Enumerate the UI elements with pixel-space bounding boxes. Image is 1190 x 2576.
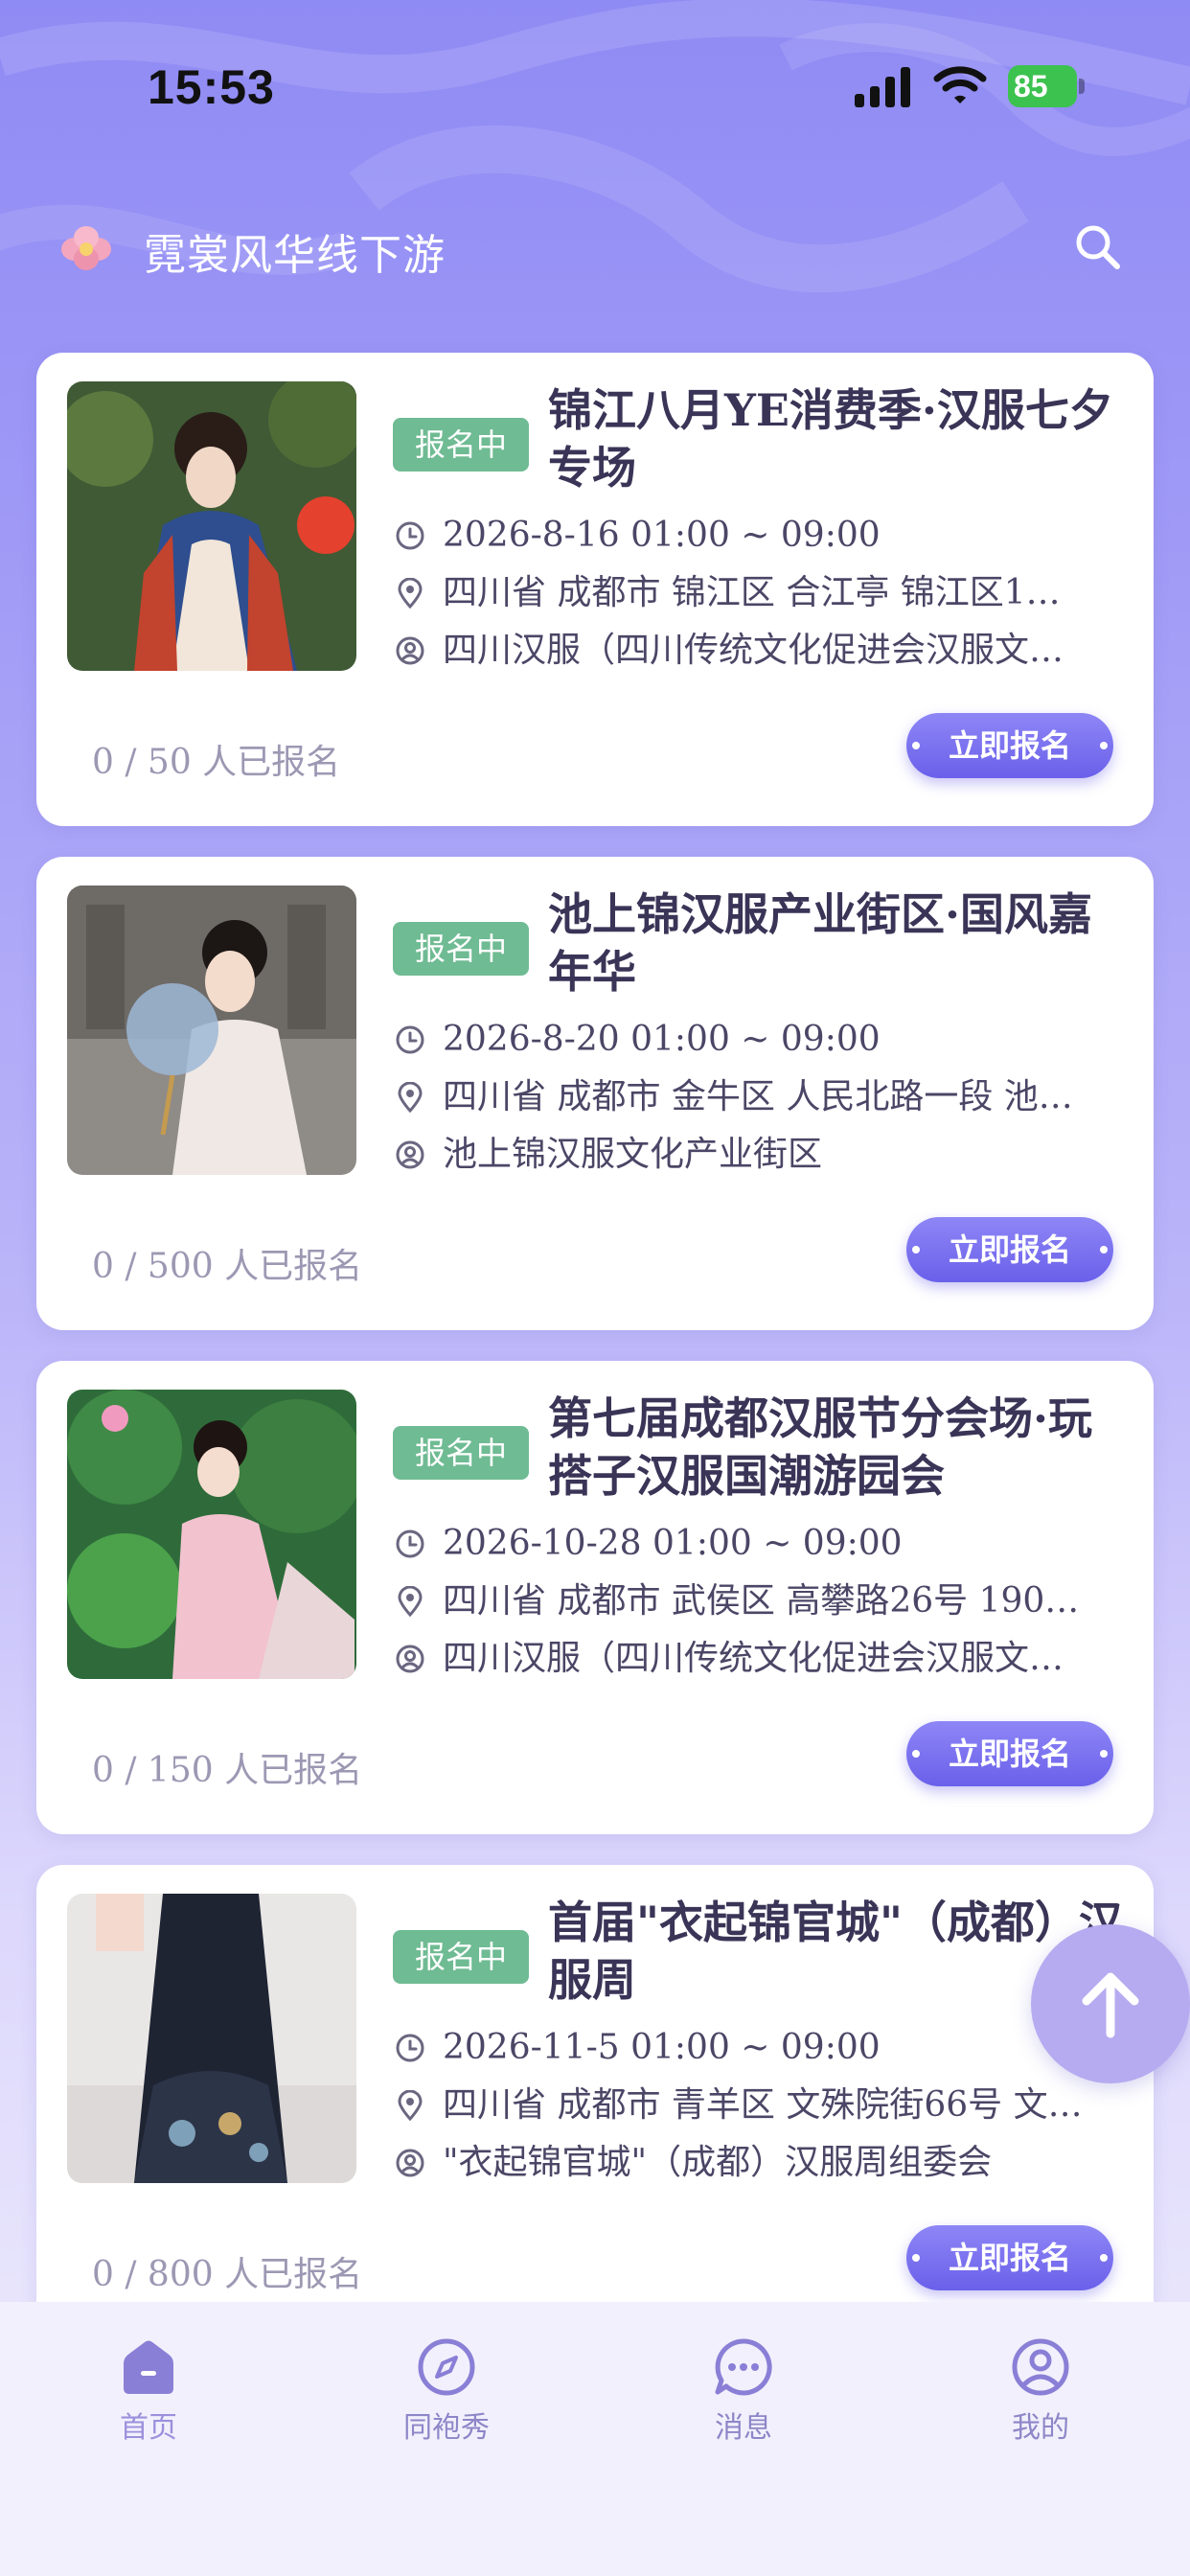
event-image xyxy=(67,381,356,671)
tab-profile[interactable]: 我的 xyxy=(964,2336,1117,2445)
event-time: 2026-10-28 01:00 ~ 09:00 xyxy=(443,1524,903,1563)
event-image xyxy=(67,1894,356,2183)
battery-tip xyxy=(1079,79,1085,94)
user-circle-icon xyxy=(396,1644,424,1673)
signup-count: 0 / 50 人已报名 xyxy=(92,743,341,782)
tab-label: 首页 xyxy=(120,2411,177,2445)
event-organizer-row: 池上锦汉服文化产业街区 xyxy=(395,1131,1142,1179)
profile-icon xyxy=(1012,2338,1069,2396)
event-organizer-row: 四川汉服（四川传统文化促进会汉服文… xyxy=(395,1635,1142,1683)
user-circle-icon xyxy=(396,2149,424,2177)
home-icon xyxy=(124,2340,173,2394)
event-time-row: 2026-11-5 01:00 ~ 09:00 xyxy=(395,2024,1142,2072)
event-organizer: 四川汉服（四川传统文化促进会汉服文… xyxy=(443,1639,1064,1678)
event-time-row: 2026-10-28 01:00 ~ 09:00 xyxy=(395,1520,1142,1568)
status-badge: 报名中 xyxy=(393,1426,529,1480)
event-time: 2026-11-5 01:00 ~ 09:00 xyxy=(443,2028,881,2067)
signup-button[interactable]: 立即报名 xyxy=(906,1721,1113,1786)
event-title[interactable]: 锦江八月YE消费季·汉服七夕专场 xyxy=(548,381,1123,496)
event-location: 四川省 成都市 金牛区 人民北路一段 池… xyxy=(443,1077,1073,1116)
signup-count: 0 / 800 人已报名 xyxy=(92,2255,363,2294)
event-location-row: 四川省 成都市 青羊区 文殊院街66号 文… xyxy=(395,2082,1142,2129)
arrow-up-icon xyxy=(1082,1972,1139,2038)
event-organizer: "衣起锦官城"（成都）汉服周组委会 xyxy=(443,2143,993,2182)
event-card[interactable]: 报名中 池上锦汉服产业街区·国风嘉年华 2026-8-20 01:00 ~ 09… xyxy=(36,857,1154,1330)
chat-icon xyxy=(715,2338,772,2396)
location-pin-icon xyxy=(398,1082,423,1113)
status-badge: 报名中 xyxy=(393,922,529,976)
wifi-icon xyxy=(933,66,987,104)
tab-label: 同袍秀 xyxy=(403,2411,490,2445)
event-location-row: 四川省 成都市 金牛区 人民北路一段 池… xyxy=(395,1073,1142,1121)
search-icon[interactable] xyxy=(1071,220,1125,274)
event-image xyxy=(67,886,356,1175)
event-organizer-row: "衣起锦官城"（成都）汉服周组委会 xyxy=(395,2139,1142,2187)
signup-count: 0 / 500 人已报名 xyxy=(92,1247,363,1286)
location-pin-icon xyxy=(398,578,423,609)
flower-icon xyxy=(61,226,111,270)
event-organizer-row: 四川汉服（四川传统文化促进会汉服文… xyxy=(395,627,1142,675)
clock-icon xyxy=(396,521,424,550)
event-image xyxy=(67,1390,356,1679)
event-location-row: 四川省 成都市 武侯区 高攀路26号 190… xyxy=(395,1577,1142,1625)
event-time-row: 2026-8-16 01:00 ~ 09:00 xyxy=(395,512,1142,560)
event-location: 四川省 成都市 锦江区 合江亭 锦江区1… xyxy=(443,573,1061,612)
scroll-top-button[interactable] xyxy=(1031,1924,1190,2083)
tab-home[interactable]: 首页 xyxy=(72,2336,225,2445)
battery-indicator: 85 xyxy=(1008,65,1085,107)
status-bar: 15:53 85 xyxy=(0,0,1190,172)
event-card[interactable]: 报名中 第七届成都汉服节分会场·玩搭子汉服国潮游园会 2026-10-28 01… xyxy=(36,1361,1154,1834)
user-circle-icon xyxy=(396,1140,424,1169)
event-time-row: 2026-8-20 01:00 ~ 09:00 xyxy=(395,1016,1142,1064)
event-time: 2026-8-16 01:00 ~ 09:00 xyxy=(443,516,881,555)
event-card[interactable]: 报名中 锦江八月YE消费季·汉服七夕专场 2026-8-16 01:00 ~ 0… xyxy=(36,353,1154,826)
status-badge: 报名中 xyxy=(393,418,529,472)
status-badge: 报名中 xyxy=(393,1930,529,1984)
page-title: 霓裳风华线下游 xyxy=(144,231,446,280)
status-time: 15:53 xyxy=(148,60,275,114)
signal-icon xyxy=(855,67,910,107)
tab-showcase[interactable]: 同袍秀 xyxy=(370,2336,523,2445)
battery-level: 85 xyxy=(1008,65,1077,107)
event-title[interactable]: 第七届成都汉服节分会场·玩搭子汉服国潮游园会 xyxy=(548,1390,1123,1505)
location-pin-icon xyxy=(398,2090,423,2121)
event-time: 2026-8-20 01:00 ~ 09:00 xyxy=(443,1020,881,1059)
app-header: 霓裳风华线下游 xyxy=(0,201,1190,297)
signup-button[interactable]: 立即报名 xyxy=(906,713,1113,778)
tab-label: 我的 xyxy=(1012,2411,1069,2445)
event-location: 四川省 成都市 青羊区 文殊院街66号 文… xyxy=(443,2085,1083,2125)
clock-icon xyxy=(396,1025,424,1054)
event-organizer: 四川汉服（四川传统文化促进会汉服文… xyxy=(443,631,1064,670)
signup-button[interactable]: 立即报名 xyxy=(906,2225,1113,2290)
signup-button[interactable]: 立即报名 xyxy=(906,1217,1113,1282)
event-location: 四川省 成都市 武侯区 高攀路26号 190… xyxy=(443,1581,1080,1621)
clock-icon xyxy=(396,2034,424,2062)
compass-icon xyxy=(418,2338,475,2396)
clock-icon xyxy=(396,1530,424,1558)
signup-count: 0 / 150 人已报名 xyxy=(92,1751,363,1790)
tab-label: 消息 xyxy=(715,2411,772,2445)
event-organizer: 池上锦汉服文化产业街区 xyxy=(443,1135,823,1174)
user-circle-icon xyxy=(396,636,424,665)
location-pin-icon xyxy=(398,1586,423,1617)
event-location-row: 四川省 成都市 锦江区 合江亭 锦江区1… xyxy=(395,569,1142,617)
event-title[interactable]: 池上锦汉服产业街区·国风嘉年华 xyxy=(548,886,1123,1000)
tab-messages[interactable]: 消息 xyxy=(667,2336,820,2445)
event-card[interactable]: 报名中 首届"衣起锦官城"（成都）汉服周 2026-11-5 01:00 ~ 0… xyxy=(36,1865,1154,2338)
tab-bar: 首页 同袍秀 消息 我的 xyxy=(0,2302,1190,2576)
